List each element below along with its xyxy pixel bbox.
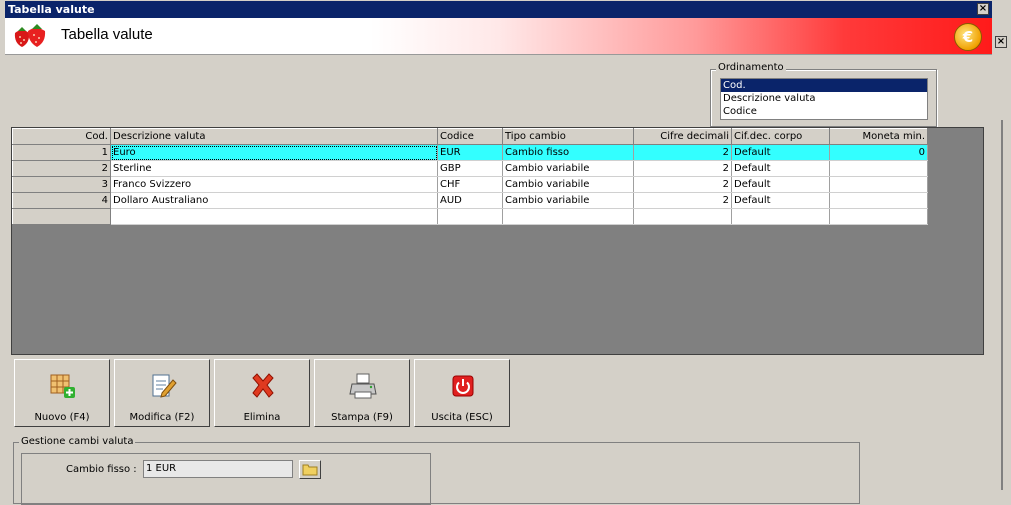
- cell-codice[interactable]: [437, 208, 503, 225]
- ordinamento-listbox[interactable]: Cod. Descrizione valuta Codice: [720, 78, 928, 120]
- cell-cifre-decimali[interactable]: [633, 208, 732, 225]
- cell-codice[interactable]: EUR: [437, 144, 503, 161]
- banner-title: Tabella valute: [61, 26, 153, 43]
- cell-cifre-decimali[interactable]: 2: [633, 176, 732, 193]
- gestione-cambi-group: Gestione cambi valuta Cambio fisso : 1 E…: [13, 436, 860, 505]
- cell-codice[interactable]: GBP: [437, 160, 503, 177]
- cell-cif-dec-corpo[interactable]: Default: [731, 160, 830, 177]
- window-title: Tabella valute: [8, 3, 95, 16]
- cell-descrizione[interactable]: [110, 208, 438, 225]
- column-header-moneta-min[interactable]: Moneta min.: [829, 128, 928, 145]
- table-row[interactable]: 4 Dollaro Australiano AUD Cambio variabi…: [12, 192, 928, 209]
- folder-icon: [302, 464, 318, 476]
- stampa-button[interactable]: Stampa (F9): [314, 359, 410, 427]
- cell-cif-dec-corpo[interactable]: [731, 208, 830, 225]
- modifica-button[interactable]: Modifica (F2): [114, 359, 210, 427]
- ordinamento-group: Ordinamento Cod. Descrizione valuta Codi…: [710, 62, 937, 127]
- delete-x-icon: [252, 373, 274, 398]
- valute-grid[interactable]: Cod. Descrizione valuta Codice Tipo camb…: [11, 127, 984, 355]
- table-row[interactable]: 2 Sterline GBP Cambio variabile 2 Defaul…: [12, 160, 928, 177]
- header-banner: Tabella valute €: [5, 18, 992, 55]
- cell-tipo-cambio[interactable]: Cambio variabile: [502, 176, 634, 193]
- cambio-panel: Cambio fisso : 1 EUR: [21, 453, 431, 505]
- ordinamento-option[interactable]: Codice: [721, 105, 927, 118]
- cell-moneta-min[interactable]: [829, 160, 928, 177]
- table-row-new[interactable]: [12, 208, 928, 225]
- add-grid-icon: [50, 374, 75, 398]
- uscita-label: Uscita (ESC): [431, 412, 493, 423]
- ordinamento-legend: Ordinamento: [716, 62, 786, 73]
- outer-close-button[interactable]: ×: [995, 36, 1007, 48]
- nuovo-label: Nuovo (F4): [34, 412, 90, 423]
- outer-divider: [1001, 120, 1003, 490]
- column-header-cifre-decimali[interactable]: Cifre decimali: [633, 128, 732, 145]
- cambio-fisso-label: Cambio fisso :: [66, 464, 137, 475]
- cell-cod[interactable]: 1: [12, 144, 111, 161]
- cell-tipo-cambio[interactable]: [502, 208, 634, 225]
- strawberry-logo-icon: [14, 24, 46, 47]
- column-header-cod[interactable]: Cod.: [12, 128, 111, 145]
- browse-button[interactable]: [299, 460, 321, 479]
- elimina-label: Elimina: [243, 412, 281, 423]
- cell-descrizione[interactable]: Sterline: [110, 160, 438, 177]
- elimina-button[interactable]: Elimina: [214, 359, 310, 427]
- edit-document-icon: [152, 374, 177, 398]
- cell-descrizione[interactable]: Dollaro Australiano: [110, 192, 438, 209]
- column-header-tipo-cambio[interactable]: Tipo cambio: [502, 128, 634, 145]
- cell-cod[interactable]: 3: [12, 176, 111, 193]
- cell-descrizione[interactable]: Franco Svizzero: [110, 176, 438, 193]
- tabella-valute-window: Tabella valute × Tabella valute € Ordina…: [5, 0, 992, 505]
- cell-cifre-decimali[interactable]: 2: [633, 160, 732, 177]
- cell-cifre-decimali[interactable]: 2: [633, 144, 732, 161]
- uscita-button[interactable]: Uscita (ESC): [414, 359, 510, 427]
- cell-cif-dec-corpo[interactable]: Default: [731, 176, 830, 193]
- right-edge: ×: [992, 0, 1011, 490]
- table-row[interactable]: 1 Euro EUR Cambio fisso 2 Default 0: [12, 144, 928, 161]
- cell-codice[interactable]: CHF: [437, 176, 503, 193]
- power-icon: [452, 375, 474, 397]
- ordinamento-option[interactable]: Cod.: [721, 79, 927, 92]
- cell-moneta-min[interactable]: 0: [829, 144, 928, 161]
- cell-cod[interactable]: 4: [12, 192, 111, 209]
- column-header-descrizione[interactable]: Descrizione valuta: [110, 128, 438, 145]
- printer-icon: [349, 373, 377, 399]
- cell-descrizione[interactable]: Euro: [110, 144, 438, 161]
- title-bar: Tabella valute ×: [5, 1, 992, 18]
- cell-tipo-cambio[interactable]: Cambio fisso: [502, 144, 634, 161]
- close-button[interactable]: ×: [977, 3, 989, 15]
- euro-coin-icon: €: [954, 23, 982, 51]
- cell-cifre-decimali[interactable]: 2: [633, 192, 732, 209]
- column-header-codice[interactable]: Codice: [437, 128, 503, 145]
- cell-cod[interactable]: [12, 208, 111, 225]
- cell-moneta-min[interactable]: [829, 208, 928, 225]
- ordinamento-option[interactable]: Descrizione valuta: [721, 92, 927, 105]
- stampa-label: Stampa (F9): [331, 412, 393, 423]
- column-header-cif-dec-corpo[interactable]: Cif.dec. corpo: [731, 128, 830, 145]
- cambio-fisso-field[interactable]: 1 EUR: [143, 460, 293, 478]
- modifica-label: Modifica (F2): [129, 412, 195, 423]
- cell-tipo-cambio[interactable]: Cambio variabile: [502, 192, 634, 209]
- grid-header-row: Cod. Descrizione valuta Codice Tipo camb…: [12, 128, 928, 145]
- cell-cod[interactable]: 2: [12, 160, 111, 177]
- cell-moneta-min[interactable]: [829, 192, 928, 209]
- gestione-legend: Gestione cambi valuta: [19, 436, 136, 447]
- cell-cif-dec-corpo[interactable]: Default: [731, 192, 830, 209]
- cell-codice[interactable]: AUD: [437, 192, 503, 209]
- cell-moneta-min[interactable]: [829, 176, 928, 193]
- table-row[interactable]: 3 Franco Svizzero CHF Cambio variabile 2…: [12, 176, 928, 193]
- cell-tipo-cambio[interactable]: Cambio variabile: [502, 160, 634, 177]
- nuovo-button[interactable]: Nuovo (F4): [14, 359, 110, 427]
- cell-cif-dec-corpo[interactable]: Default: [731, 144, 830, 161]
